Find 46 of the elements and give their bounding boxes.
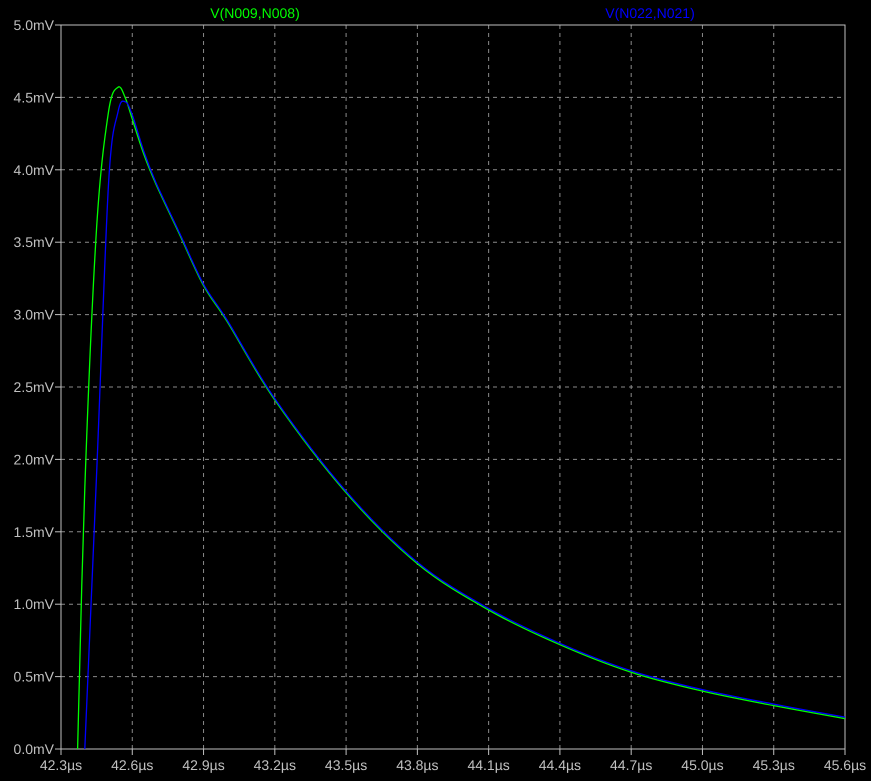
tick-mark	[54, 169, 62, 170]
tick-mark	[346, 748, 347, 756]
x-tick-label: 43.8µs	[396, 757, 439, 773]
x-tick-label: 45.6µs	[824, 757, 866, 773]
tick-mark	[54, 386, 62, 388]
y-tick-label: 2.0mV	[14, 451, 54, 468]
y-tick-label: 4.5mV	[14, 89, 54, 106]
x-tick-label: 42.9µs	[182, 757, 225, 773]
y-tick-label: 0.0mV	[14, 741, 54, 757]
trace-label: V(N022,N021)	[605, 5, 695, 21]
x-tick-label: 44.1µs	[467, 757, 510, 773]
tick-mark	[54, 314, 62, 316]
tick-mark	[630, 748, 632, 756]
y-tick-label: 0.5mV	[14, 668, 54, 685]
tick-mark	[559, 748, 560, 756]
tick-mark	[702, 748, 703, 756]
x-tick-label: 43.5µs	[324, 757, 368, 773]
x-tick-label: 43.2µs	[254, 757, 296, 773]
x-tick-label: 42.6µs	[111, 757, 154, 773]
tick-mark	[54, 242, 62, 243]
tick-mark	[132, 748, 133, 756]
x-tick-label: 44.7µs	[610, 757, 652, 773]
y-tick-label: 3.5mV	[14, 234, 54, 250]
tick-mark	[54, 531, 62, 532]
tick-mark	[488, 748, 490, 756]
y-tick-label: 1.5mV	[14, 524, 54, 540]
trace-label: V(N009,N008)	[210, 5, 300, 21]
tick-mark	[54, 676, 62, 678]
tick-mark	[416, 748, 418, 756]
y-tick-label: 5.0mV	[14, 17, 54, 33]
tick-mark	[54, 24, 62, 26]
x-tick-label: 42.3µs	[40, 757, 82, 773]
x-tick-label: 45.3µs	[752, 757, 795, 773]
y-tick-label: 1.0mV	[14, 596, 54, 612]
tick-mark	[54, 458, 62, 460]
y-tick-label: 4.0mV	[14, 162, 54, 178]
x-tick-label: 45.0µs	[681, 757, 724, 773]
y-tick-label: 2.5mV	[14, 379, 54, 395]
tick-mark	[54, 604, 62, 605]
x-tick-label: 44.4µs	[538, 757, 582, 773]
tick-mark	[274, 748, 276, 756]
tick-mark	[773, 748, 774, 756]
tick-mark	[54, 96, 62, 98]
y-tick-label: 3.0mV	[14, 306, 54, 323]
tick-mark	[844, 748, 846, 756]
tick-mark	[203, 748, 204, 756]
